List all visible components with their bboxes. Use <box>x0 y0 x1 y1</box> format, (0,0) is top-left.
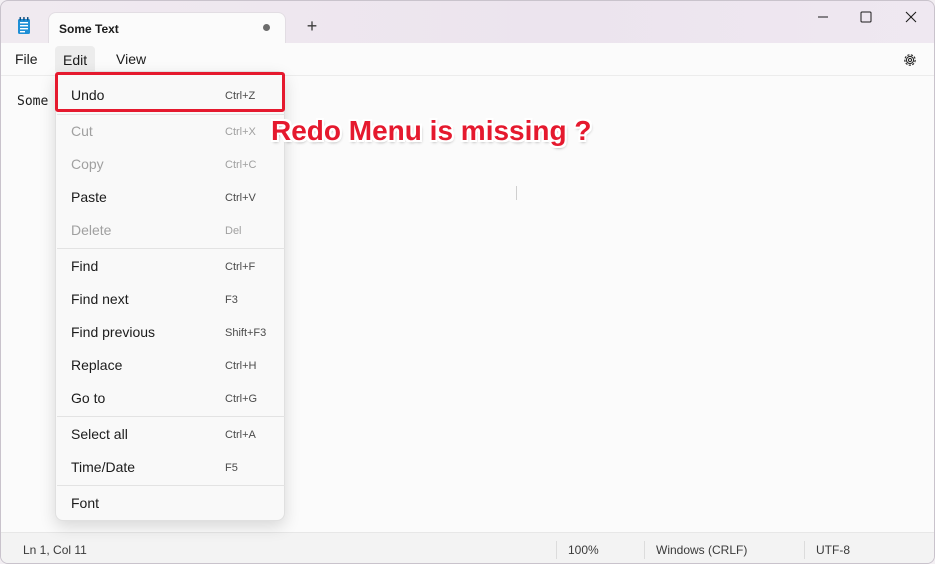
menu-item-label: Find <box>71 258 99 274</box>
menu-item-shortcut: Ctrl+F <box>225 261 256 273</box>
status-divider <box>556 541 557 559</box>
menu-item-find-next[interactable]: Find next F3 <box>56 283 286 316</box>
menu-item-label: Copy <box>71 156 104 172</box>
menu-item-shortcut: Shift+F3 <box>225 327 267 339</box>
menu-item-label: Delete <box>71 222 112 238</box>
menu-item-shortcut: Ctrl+C <box>225 159 257 171</box>
text-cursor <box>516 186 517 200</box>
menu-item-go-to[interactable]: Go to Ctrl+G <box>56 382 286 415</box>
menu-item-select-all[interactable]: Select all Ctrl+A <box>56 418 286 451</box>
notepad-window: Some Text + File Edit View Some Ln 1, Co… <box>0 0 935 564</box>
document-tab[interactable]: Some Text <box>48 12 286 43</box>
status-divider <box>644 541 645 559</box>
undo-highlight-box <box>55 72 285 112</box>
status-divider <box>804 541 805 559</box>
menu-item-copy: Copy Ctrl+C <box>56 148 286 181</box>
menu-item-delete: Delete Del <box>56 214 286 247</box>
gear-icon[interactable] <box>901 51 919 69</box>
editor-content[interactable]: Some <box>17 94 48 109</box>
menu-item-time-date[interactable]: Time/Date F5 <box>56 451 286 484</box>
close-icon[interactable] <box>901 7 921 27</box>
menu-item-find-previous[interactable]: Find previous Shift+F3 <box>56 316 286 349</box>
menu-item-label: Font <box>71 495 100 511</box>
menu-item-label: Select all <box>71 426 128 442</box>
cursor-position: Ln 1, Col 11 <box>23 543 87 557</box>
annotation-text: Redo Menu is missing ? <box>271 115 592 146</box>
menu-item-label: Cut <box>71 123 93 139</box>
menu-item-label: Paste <box>71 189 107 205</box>
menu-item-shortcut: Ctrl+X <box>225 126 256 138</box>
unsaved-dot-icon[interactable] <box>263 24 270 31</box>
menu-item-shortcut: Ctrl+V <box>225 192 256 204</box>
menu-item-label: Find previous <box>71 324 156 340</box>
title-bar: Some Text + <box>1 1 934 43</box>
menu-edit[interactable]: Edit <box>55 46 96 74</box>
zoom-level[interactable]: 100% <box>568 543 599 557</box>
menu-separator <box>57 416 285 417</box>
menu-separator <box>57 248 285 249</box>
menu-item-label: Go to <box>71 390 106 406</box>
menu-item-cut: Cut Ctrl+X <box>56 115 286 148</box>
encoding[interactable]: UTF-8 <box>816 543 850 557</box>
status-bar: Ln 1, Col 11 100% Windows (CRLF) UTF-8 <box>1 532 934 563</box>
menu-item-shortcut: Ctrl+H <box>225 360 257 372</box>
menu-item-font[interactable]: Font <box>56 487 286 520</box>
menu-item-find[interactable]: Find Ctrl+F <box>56 250 286 283</box>
menu-file[interactable]: File <box>7 43 46 76</box>
menu-item-shortcut: Del <box>225 225 242 237</box>
menu-item-replace[interactable]: Replace Ctrl+H <box>56 349 286 382</box>
menu-item-shortcut: F3 <box>225 294 238 306</box>
maximize-icon[interactable] <box>856 7 876 27</box>
menu-item-label: Find next <box>71 291 129 307</box>
menu-item-label: Time/Date <box>71 459 136 475</box>
edit-menu-dropdown: Undo Ctrl+Z Cut Ctrl+X Copy Ctrl+C Paste… <box>55 71 285 521</box>
new-tab-button[interactable]: + <box>301 15 323 37</box>
menu-item-shortcut: F5 <box>225 462 238 474</box>
menu-item-shortcut: Ctrl+G <box>225 393 258 405</box>
menu-item-paste[interactable]: Paste Ctrl+V <box>56 181 286 214</box>
menu-separator <box>57 485 285 486</box>
line-ending[interactable]: Windows (CRLF) <box>656 543 747 557</box>
tab-title: Some Text <box>59 22 119 36</box>
menu-item-shortcut: Ctrl+A <box>225 429 256 441</box>
menu-item-label: Replace <box>71 357 123 373</box>
minimize-icon[interactable] <box>813 7 833 27</box>
notepad-icon <box>18 17 30 34</box>
